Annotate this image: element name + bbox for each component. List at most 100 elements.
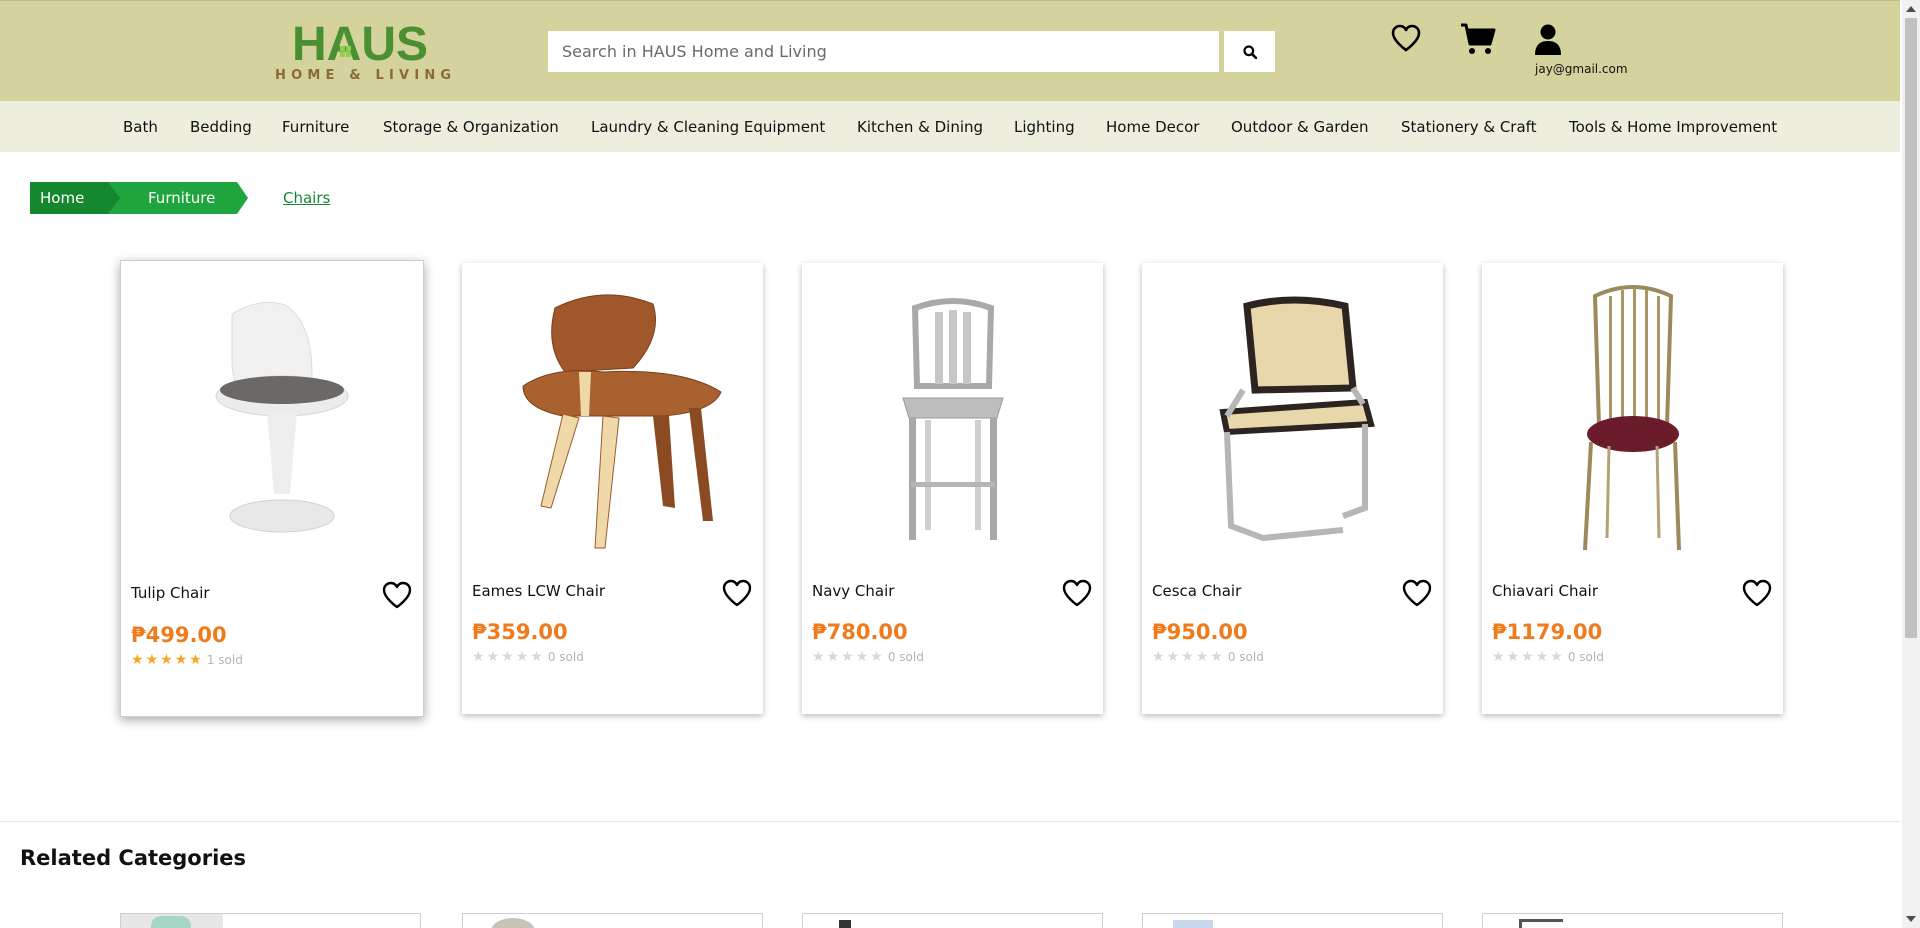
sold-count: 0 sold — [547, 650, 584, 664]
logo-word: HAUS — [292, 18, 428, 68]
star-icon: ★ — [472, 649, 485, 665]
search-button[interactable] — [1224, 31, 1275, 72]
product-name[interactable]: Tulip Chair — [131, 584, 210, 602]
related-category-image — [1519, 919, 1522, 928]
product-price: ₱359.00 — [472, 620, 568, 644]
star-icon: ★ — [515, 649, 529, 665]
sold-count: 0 sold — [1227, 650, 1264, 664]
product-card-tulip[interactable]: Tulip Chair ₱499.00 ★ ★ ★ ★ ★ 1 sold — [120, 260, 424, 717]
search-input[interactable] — [548, 31, 1219, 72]
towel-icon — [151, 916, 191, 928]
related-category-image[interactable] — [1173, 920, 1213, 928]
related-category-image[interactable] — [1519, 919, 1563, 922]
star-icon: ★ — [530, 649, 543, 665]
related-category-card[interactable] — [120, 913, 421, 928]
search-icon — [1242, 44, 1257, 59]
breadcrumb-furniture[interactable]: Furniture — [104, 182, 248, 214]
star-icon: ★ — [1152, 649, 1165, 665]
product-price: ₱950.00 — [1152, 620, 1248, 644]
sold-count: 0 sold — [887, 650, 924, 664]
star-icon: ★ — [1521, 649, 1534, 665]
related-categories-title: Related Categories — [20, 846, 247, 870]
related-category-image[interactable] — [839, 920, 851, 928]
product-card-cesca[interactable]: Cesca Chair ₱950.00 ★ ★ ★ ★ ★ 0 sold — [1142, 263, 1443, 714]
related-category-card[interactable] — [1142, 913, 1443, 928]
nav-item-outdoor[interactable]: Outdoor & Garden — [1231, 118, 1368, 136]
logo-tagline: HOME & LIVING — [275, 68, 457, 83]
nav-item-tools[interactable]: Tools & Home Improvement — [1569, 118, 1777, 136]
star-icon: ★ — [189, 652, 202, 668]
star-icon: ★ — [841, 649, 854, 665]
heart-icon[interactable] — [381, 580, 413, 610]
star-icon: ★ — [1492, 649, 1505, 665]
product-price: ₱780.00 — [812, 620, 908, 644]
star-icon: ★ — [145, 652, 159, 668]
breadcrumb-home[interactable]: Home — [30, 182, 120, 214]
nav-item-bath[interactable]: Bath — [123, 118, 158, 136]
wishlist-button[interactable] — [1388, 21, 1424, 55]
product-card-navy[interactable]: Navy Chair ₱780.00 ★ ★ ★ ★ ★ 0 sold — [802, 263, 1103, 714]
star-icon: ★ — [1181, 649, 1194, 665]
product-image-eames[interactable] — [462, 271, 763, 561]
star-icon: ★ — [826, 649, 840, 665]
star-icon: ★ — [1166, 649, 1180, 665]
nav-item-storage[interactable]: Storage & Organization — [383, 118, 559, 136]
nav-item-lighting[interactable]: Lighting — [1014, 118, 1075, 136]
scroll-up-icon[interactable] — [1906, 6, 1916, 12]
heart-icon[interactable] — [1401, 578, 1433, 608]
star-icon: ★ — [1506, 649, 1520, 665]
related-category-card[interactable] — [1482, 913, 1783, 928]
product-image-cesca[interactable] — [1142, 271, 1443, 561]
scroll-down-icon[interactable] — [1906, 916, 1916, 922]
star-icon: ★ — [870, 649, 883, 665]
product-card-eames[interactable]: Eames LCW Chair ₱359.00 ★ ★ ★ ★ ★ 0 sold — [462, 263, 763, 714]
product-card-chiavari[interactable]: Chiavari Chair ₱1179.00 ★ ★ ★ ★ ★ 0 sold — [1482, 263, 1783, 714]
star-icon: ★ — [1195, 649, 1209, 665]
user-icon — [1535, 24, 1561, 55]
haus-logo[interactable]: HAUS HOME & LIVING — [274, 16, 451, 86]
sold-count: 1 sold — [206, 653, 243, 667]
section-divider — [0, 821, 1900, 822]
heart-icon — [1391, 24, 1421, 52]
star-icon: ★ — [501, 649, 514, 665]
product-name[interactable]: Chiavari Chair — [1492, 582, 1598, 600]
account-button[interactable] — [1531, 21, 1565, 57]
star-icon: ★ — [855, 649, 869, 665]
cart-button[interactable] — [1458, 21, 1498, 57]
nav-item-bedding[interactable]: Bedding — [190, 118, 252, 136]
heart-icon[interactable] — [1741, 578, 1773, 608]
heart-icon[interactable] — [1061, 578, 1093, 608]
product-price: ₱499.00 — [131, 623, 227, 647]
heart-icon[interactable] — [721, 578, 753, 608]
star-icon: ★ — [1550, 649, 1563, 665]
related-category-image[interactable] — [491, 918, 535, 928]
nav-item-home-decor[interactable]: Home Decor — [1106, 118, 1199, 136]
star-icon: ★ — [1210, 649, 1223, 665]
product-price: ₱1179.00 — [1492, 620, 1603, 644]
page-scrollbar[interactable] — [1902, 0, 1920, 928]
star-icon: ★ — [812, 649, 825, 665]
product-rating: ★ ★ ★ ★ ★ 1 sold — [131, 653, 243, 667]
product-rating: ★ ★ ★ ★ ★ 0 sold — [1492, 650, 1604, 664]
nav-item-kitchen[interactable]: Kitchen & Dining — [857, 118, 983, 136]
category-nav: Bath Bedding Furniture Storage & Organiz… — [0, 101, 1900, 152]
logo-house-graphic: HAUS — [292, 18, 428, 68]
related-category-card[interactable] — [462, 913, 763, 928]
sold-count: 0 sold — [1567, 650, 1604, 664]
product-image-chiavari[interactable] — [1482, 271, 1783, 561]
site-header: HAUS HOME & LIVING jay@gma — [0, 0, 1900, 101]
nav-item-stationery[interactable]: Stationery & Craft — [1401, 118, 1537, 136]
product-rating: ★ ★ ★ ★ ★ 0 sold — [1152, 650, 1264, 664]
star-icon: ★ — [131, 652, 144, 668]
product-image-tulip[interactable] — [121, 269, 423, 559]
product-image-navy[interactable] — [802, 271, 1103, 561]
product-name[interactable]: Cesca Chair — [1152, 582, 1241, 600]
nav-item-laundry[interactable]: Laundry & Cleaning Equipment — [591, 118, 825, 136]
nav-item-furniture[interactable]: Furniture — [282, 118, 349, 136]
related-category-card[interactable] — [802, 913, 1103, 928]
breadcrumb-chairs[interactable]: Chairs — [283, 189, 330, 207]
scrollbar-thumb[interactable] — [1905, 18, 1917, 638]
user-email[interactable]: jay@gmail.com — [1535, 62, 1628, 76]
product-name[interactable]: Navy Chair — [812, 582, 894, 600]
product-name[interactable]: Eames LCW Chair — [472, 582, 605, 600]
